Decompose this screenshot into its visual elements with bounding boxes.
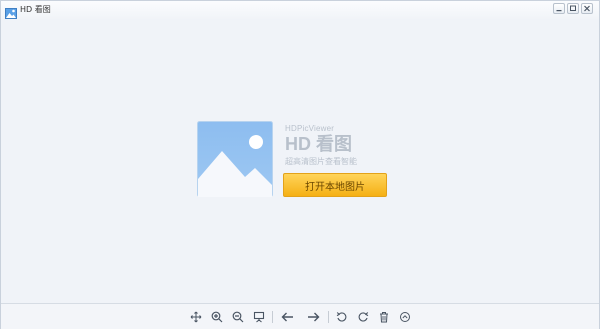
title-bar[interactable]: HD 看图 (1, 1, 599, 19)
zoom-in-button[interactable] (210, 310, 224, 324)
delete-icon (380, 312, 388, 323)
previous-arrow-icon (281, 312, 293, 322)
welcome-panel: HDPicViewer HD 看图 超高清图片查看智能 打开本地图片 (197, 121, 397, 201)
toolbar-separator (272, 311, 273, 323)
slideshow-icon (253, 311, 265, 323)
more-button[interactable] (398, 310, 412, 324)
brand-name-large: HD 看图 (285, 134, 352, 154)
window-controls (553, 3, 593, 14)
move-icon (190, 311, 202, 323)
previous-button[interactable] (280, 310, 294, 324)
minimize-button[interactable] (553, 3, 565, 14)
window-title: HD 看图 (20, 5, 51, 14)
brand-tagline: 超高清图片查看智能 (285, 157, 357, 166)
more-icon (400, 312, 410, 322)
delete-button[interactable] (377, 310, 391, 324)
app-window: HD 看图 HDPicViewer HD 看图 超高清图片查看智能 打开本地图片 (0, 0, 600, 329)
next-arrow-icon (307, 312, 319, 322)
restore-icon (570, 5, 576, 11)
toolbar-separator (328, 311, 329, 323)
close-button[interactable] (581, 3, 593, 14)
rotate-right-icon (358, 312, 369, 322)
rotate-left-button[interactable] (335, 310, 349, 324)
close-icon (584, 5, 590, 12)
rotate-right-button[interactable] (356, 310, 370, 324)
image-placeholder-icon (197, 121, 273, 197)
move-button[interactable] (189, 310, 203, 324)
zoom-out-icon (232, 311, 244, 323)
rotate-left-icon (336, 312, 347, 322)
slideshow-button[interactable] (252, 310, 266, 324)
zoom-in-icon (211, 311, 223, 323)
bottom-toolbar (1, 303, 599, 329)
restore-button[interactable] (567, 3, 579, 14)
next-button[interactable] (306, 310, 320, 324)
minimize-icon (556, 9, 562, 11)
app-logo-icon (5, 4, 17, 19)
open-local-image-button[interactable]: 打开本地图片 (283, 173, 387, 197)
zoom-out-button[interactable] (231, 310, 245, 324)
